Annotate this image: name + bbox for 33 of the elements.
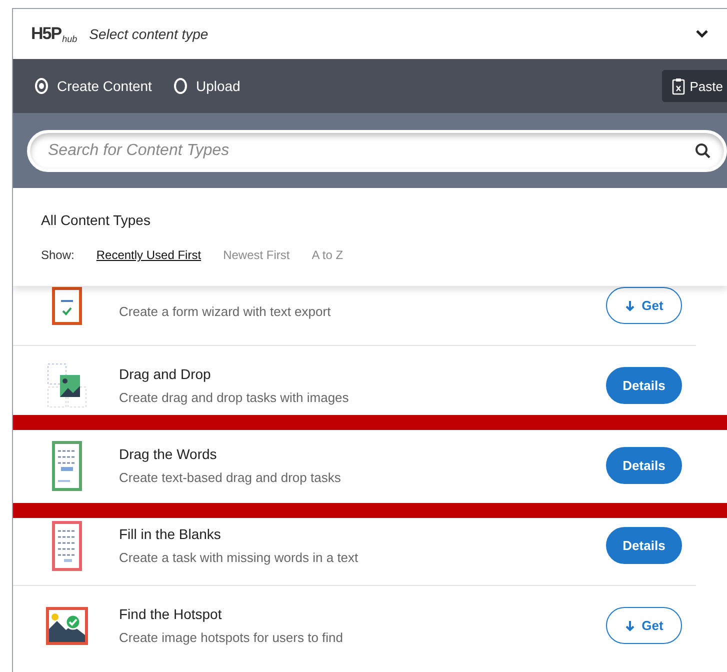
content-type-title: Find the Hotspot: [119, 606, 223, 622]
details-button[interactable]: Details: [606, 527, 682, 564]
chevron-down-icon[interactable]: [695, 29, 709, 39]
mode-radio[interactable]: Create Content: [35, 78, 152, 94]
content-type-description: Create a form wizard with text export: [119, 304, 332, 319]
sort-option[interactable]: Recently Used First: [96, 248, 202, 262]
hotspot-image-icon: [46, 606, 88, 644]
content-type-title: Drag and Drop: [119, 366, 212, 382]
content-type-description: Create a task with missing words in a text: [119, 550, 360, 565]
section-title: All Content Types: [41, 212, 152, 228]
mode-radio[interactable]: Upload: [174, 78, 240, 94]
sort-option[interactable]: A to Z: [312, 248, 344, 262]
search-field[interactable]: Search for Content Types: [27, 130, 727, 172]
document-icon: [52, 440, 82, 490]
document-icon: [52, 520, 82, 570]
content-type-description: Create text-based drag and drop tasks: [119, 470, 342, 485]
search-icon[interactable]: [695, 143, 711, 159]
clipboard-icon: [672, 78, 685, 94]
drag-drop-icon: [47, 362, 87, 408]
content-type-description: Create image hotspots for users to find: [119, 630, 344, 645]
sort-label: Show:: [41, 248, 74, 262]
get-button[interactable]: Get: [606, 607, 682, 644]
details-button[interactable]: Details: [606, 367, 682, 404]
details-button[interactable]: Details: [606, 447, 682, 484]
content-type-title: Drag the Words: [119, 446, 218, 462]
sort-option[interactable]: Newest First: [223, 248, 290, 262]
paste-button[interactable]: Paste: [662, 70, 727, 102]
content-type-title: Fill in the Blanks: [119, 526, 222, 542]
get-button[interactable]: Get: [606, 287, 682, 324]
download-arrow-icon: [624, 620, 635, 632]
content-type-description: Create drag and drop tasks with images: [119, 390, 350, 405]
download-arrow-icon: [624, 300, 635, 312]
dialog-title: Select content type: [89, 26, 210, 42]
